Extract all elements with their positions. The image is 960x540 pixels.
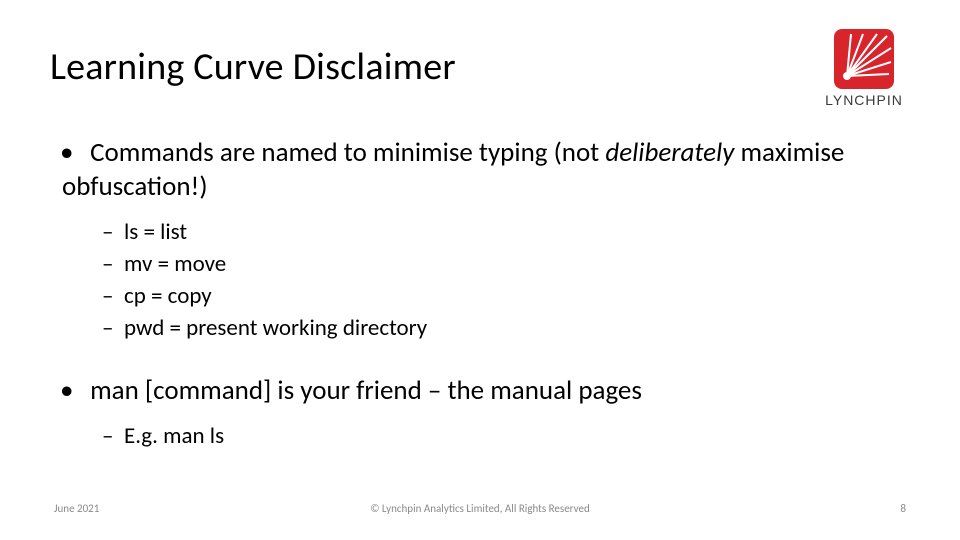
bullet-text: man [command] is your friend – the manua… bbox=[90, 374, 642, 407]
slide-body: Commands are named to minimise typing (n… bbox=[62, 136, 910, 476]
lynchpin-icon bbox=[804, 28, 924, 90]
sub-bullet: pwd = present working directory bbox=[102, 312, 910, 344]
sub-bullet: E.g. man ls bbox=[102, 420, 910, 452]
bullet-emph: deliberately bbox=[605, 136, 734, 169]
footer-page-number: 8 bbox=[900, 502, 906, 515]
bullet-item: man [command] is your friend – the manua… bbox=[62, 374, 910, 452]
bullet-item: Commands are named to minimise typing (n… bbox=[62, 136, 910, 344]
sub-bullet: mv = move bbox=[102, 248, 910, 280]
slide-title: Learning Curve Disclaimer bbox=[50, 44, 456, 90]
brand-name: LYNCHPIN bbox=[804, 92, 924, 108]
bullet-text: Commands are named to minimise typing (n… bbox=[90, 136, 605, 169]
slide-footer: June 2021 © Lynchpin Analytics Limited, … bbox=[0, 502, 960, 520]
sub-bullet: ls = list bbox=[102, 216, 910, 248]
brand-logo: LYNCHPIN bbox=[804, 28, 924, 108]
footer-copyright: © Lynchpin Analytics Limited, All Rights… bbox=[0, 502, 960, 515]
sub-bullet: cp = copy bbox=[102, 280, 910, 312]
